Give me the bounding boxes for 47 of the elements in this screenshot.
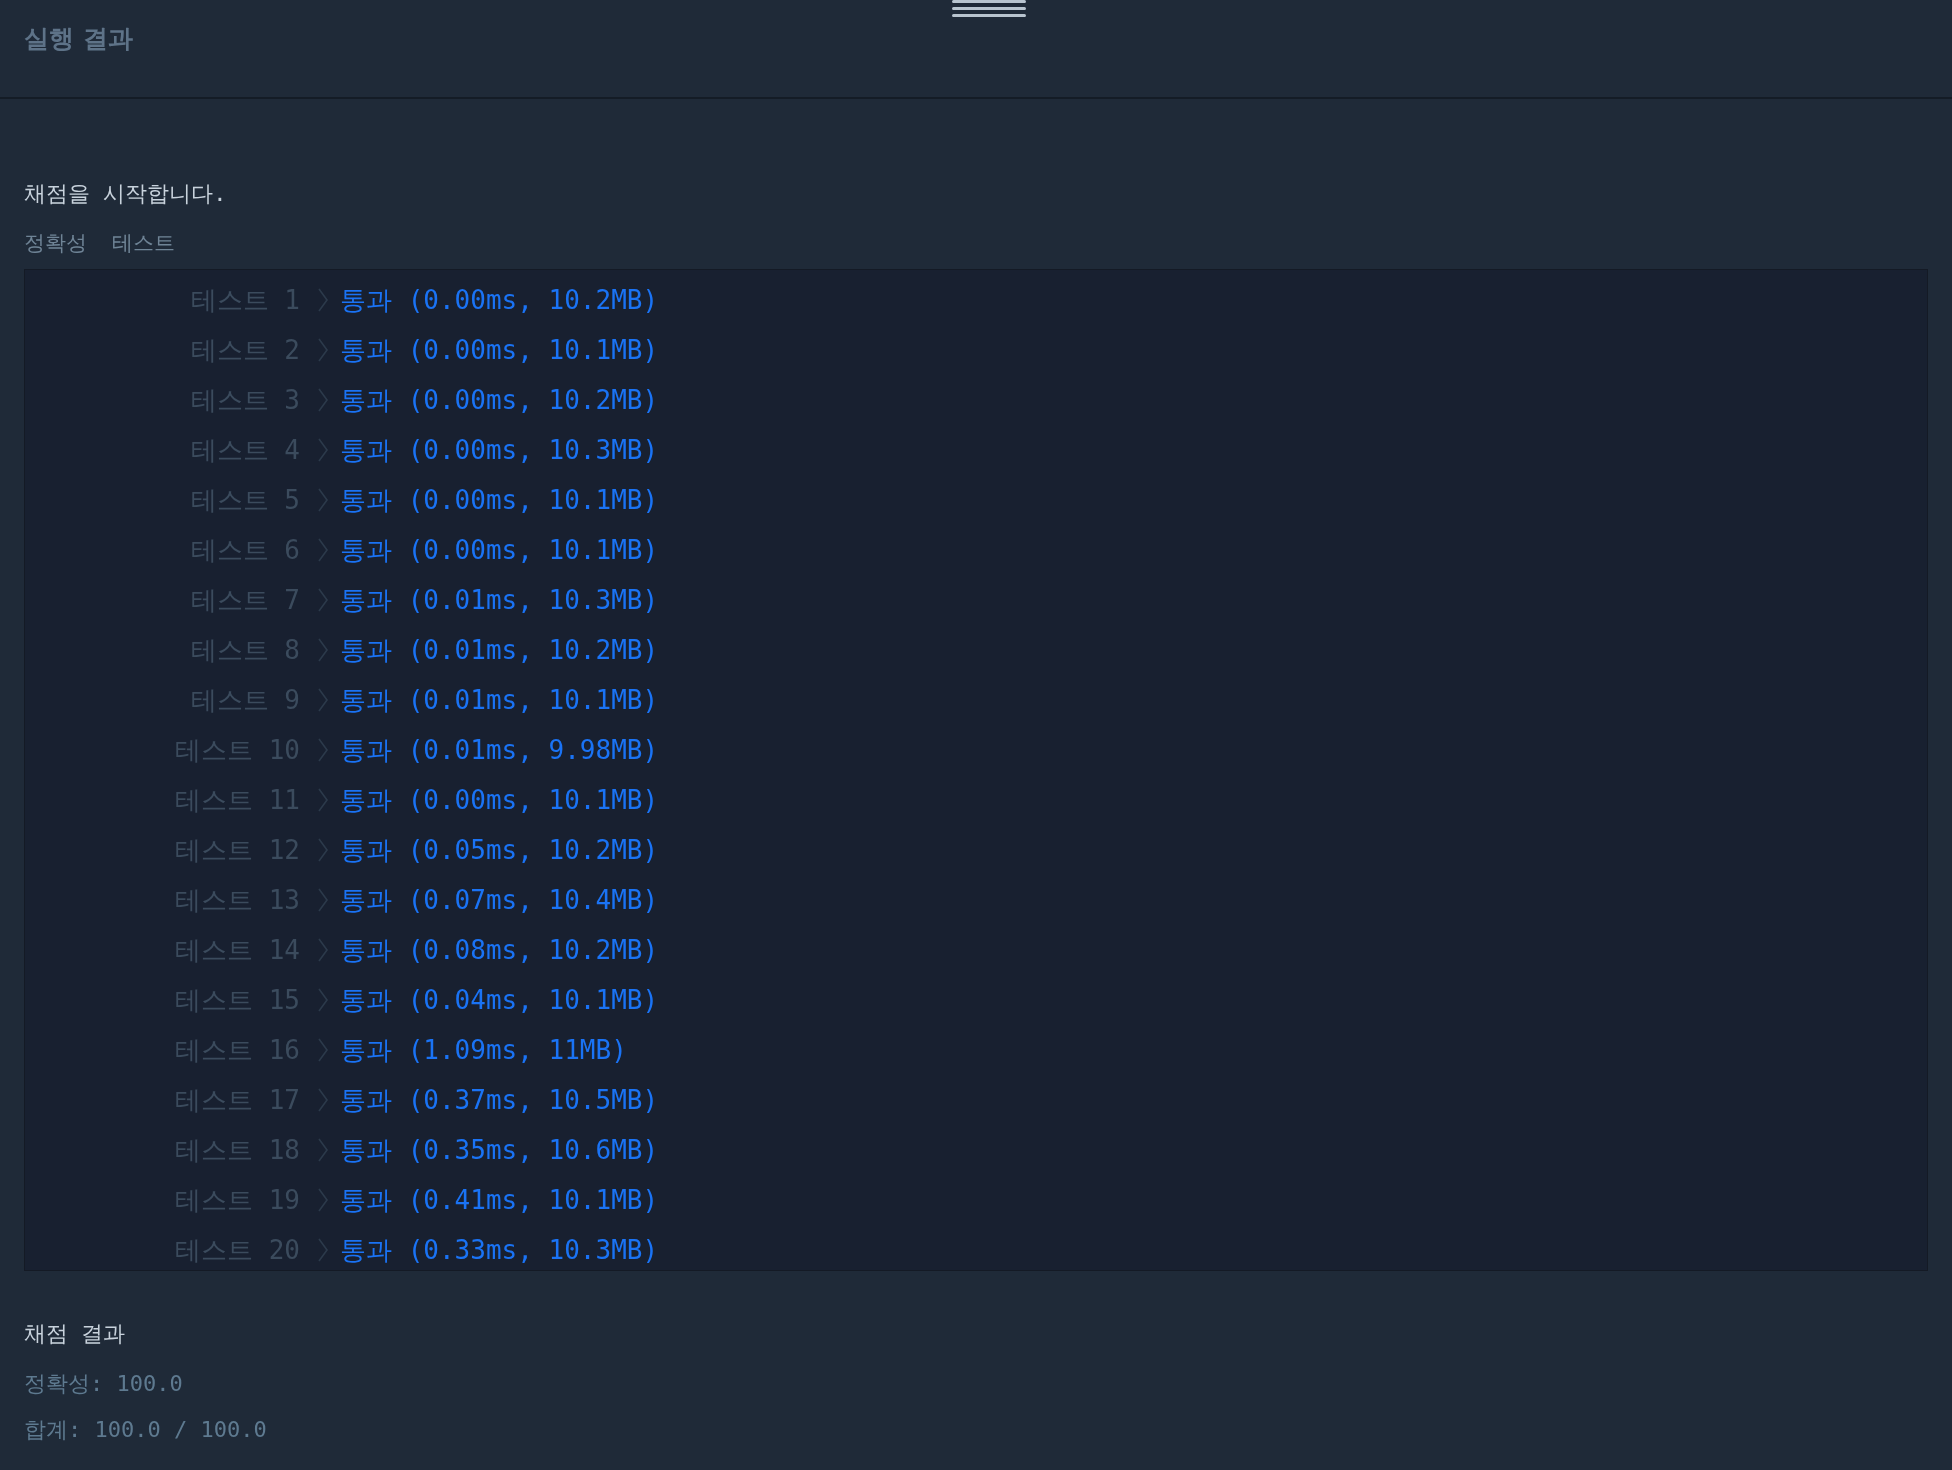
chevron-icon <box>318 488 328 512</box>
chevron-icon <box>318 988 328 1012</box>
test-result: 통과 (0.33ms, 10.3MB) <box>340 1233 659 1267</box>
test-result: 통과 (0.00ms, 10.1MB) <box>340 333 659 367</box>
score-text: 합계: 100.0 / 100.0 <box>24 1416 268 1444</box>
test-result: 통과 (0.01ms, 10.3MB) <box>340 583 659 617</box>
test-result: 통과 (0.41ms, 10.1MB) <box>340 1183 659 1217</box>
test-result: 통과 (0.00ms, 10.2MB) <box>340 383 659 417</box>
drag-handle-icon[interactable] <box>952 0 1026 18</box>
chevron-icon <box>318 1188 328 1212</box>
test-result: 통과 (0.04ms, 10.1MB) <box>340 983 659 1017</box>
test-result: 통과 (0.08ms, 10.2MB) <box>340 933 659 967</box>
test-result: 통과 (0.00ms, 10.1MB) <box>340 533 659 567</box>
chevron-icon <box>318 438 328 462</box>
chevron-icon <box>318 688 328 712</box>
chevron-icon <box>318 638 328 662</box>
test-result: 통과 (1.09ms, 11MB) <box>340 1033 627 1067</box>
summary-title: 채점 결과 <box>24 1320 127 1348</box>
panel-title: 실행 결과 <box>24 24 133 53</box>
chevron-icon <box>318 888 328 912</box>
chevron-icon <box>318 1088 328 1112</box>
test-result: 통과 (0.00ms, 10.2MB) <box>340 283 659 317</box>
chevron-icon <box>318 738 328 762</box>
chevron-icon <box>318 588 328 612</box>
chevron-icon <box>318 338 328 362</box>
chevron-icon <box>318 838 328 862</box>
grading-start-text: 채점을 시작합니다. <box>24 180 228 208</box>
chevron-icon <box>318 538 328 562</box>
chevron-icon <box>318 388 328 412</box>
test-result: 통과 (0.07ms, 10.4MB) <box>340 883 659 917</box>
section-label: 정확성 테스트 <box>24 230 177 257</box>
test-result: 통과 (0.37ms, 10.5MB) <box>340 1083 659 1117</box>
chevron-icon <box>318 288 328 312</box>
test-result: 통과 (0.00ms, 10.1MB) <box>340 783 659 817</box>
test-result: 통과 (0.01ms, 10.2MB) <box>340 633 659 667</box>
chevron-icon <box>318 1038 328 1062</box>
chevron-icon <box>318 1238 328 1262</box>
chevron-icon <box>318 938 328 962</box>
score-text: 정확성: 100.0 <box>24 1370 184 1398</box>
test-result: 통과 (0.01ms, 10.1MB) <box>340 683 659 717</box>
test-result: 통과 (0.35ms, 10.6MB) <box>340 1133 659 1167</box>
chevron-icon <box>318 1138 328 1162</box>
test-result: 통과 (0.00ms, 10.3MB) <box>340 433 659 467</box>
test-result: 통과 (0.05ms, 10.2MB) <box>340 833 659 867</box>
test-result: 통과 (0.01ms, 9.98MB) <box>340 733 659 767</box>
chevron-icon <box>318 788 328 812</box>
test-result: 통과 (0.00ms, 10.1MB) <box>340 483 659 517</box>
